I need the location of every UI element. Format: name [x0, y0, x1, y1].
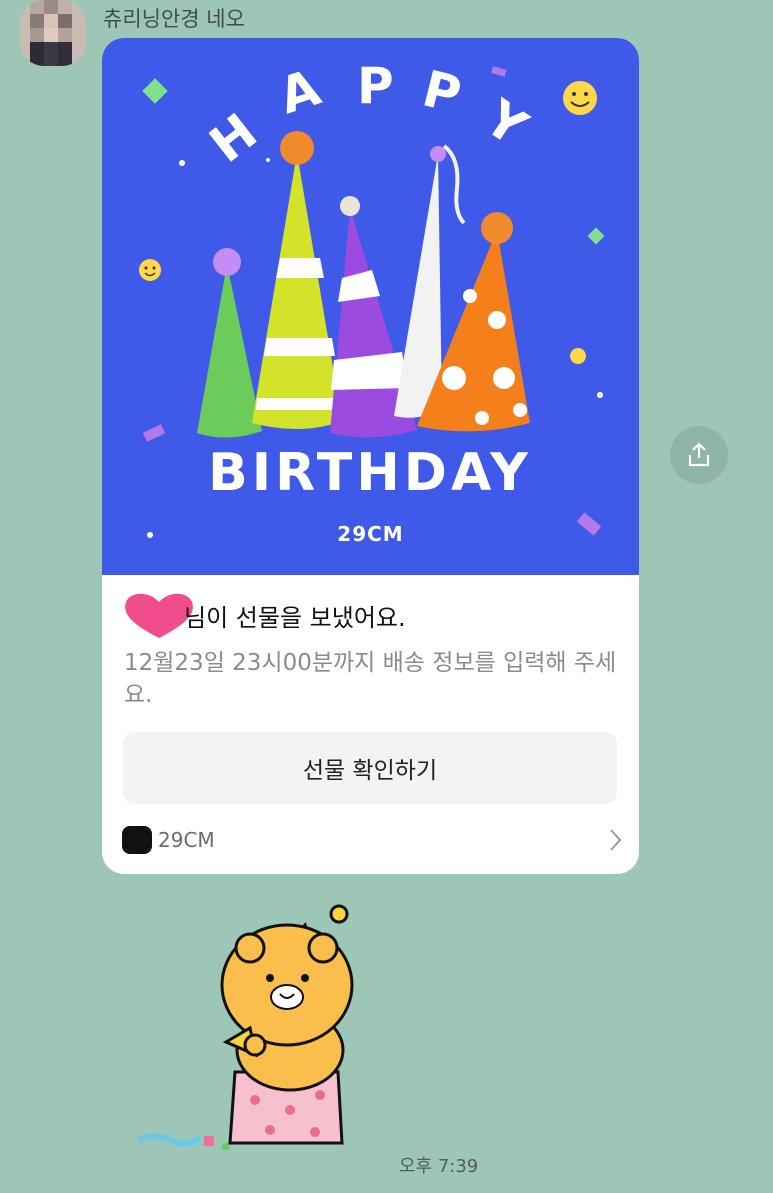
check-gift-button[interactable]: 선물 확인하기 — [123, 732, 617, 804]
svg-text:H: H — [199, 102, 268, 173]
happy-letters: H A P P Y — [199, 57, 538, 174]
svg-text:Y: Y — [474, 88, 538, 157]
svg-text:A: A — [272, 58, 327, 125]
message-time: 오후 7:39 — [399, 1156, 479, 1177]
party-sticker[interactable] — [130, 900, 360, 1160]
29cm-logo-icon — [122, 826, 152, 854]
gift-card[interactable]: H A P P Y BIRTHDAY 29CM 님이 선물을 보냈어요. 12월… — [102, 38, 639, 874]
footer-brand: 29CM — [158, 828, 215, 852]
share-button[interactable] — [670, 426, 728, 484]
birthday-text: BIRTHDAY — [208, 443, 532, 503]
party-hats-illustration — [197, 131, 530, 438]
sender-avatar[interactable] — [20, 0, 86, 66]
gift-title: 님이 선물을 보냈어요. — [184, 603, 406, 632]
banner-brand: 29CM — [337, 522, 404, 546]
svg-text:P: P — [417, 59, 467, 124]
sender-name: 츄리닝안경 네오 — [103, 7, 245, 31]
svg-text:P: P — [357, 57, 394, 115]
chevron-right-icon — [610, 829, 622, 851]
share-icon — [688, 442, 710, 467]
gift-description: 12월23일 23시00분까지 배송 정보를 입력해 주세요. — [124, 650, 617, 708]
card-footer[interactable]: 29CM — [122, 822, 622, 858]
gift-title-row: 님이 선물을 보냈어요. — [122, 593, 406, 638]
birthday-banner: H A P P Y BIRTHDAY 29CM — [102, 38, 639, 575]
